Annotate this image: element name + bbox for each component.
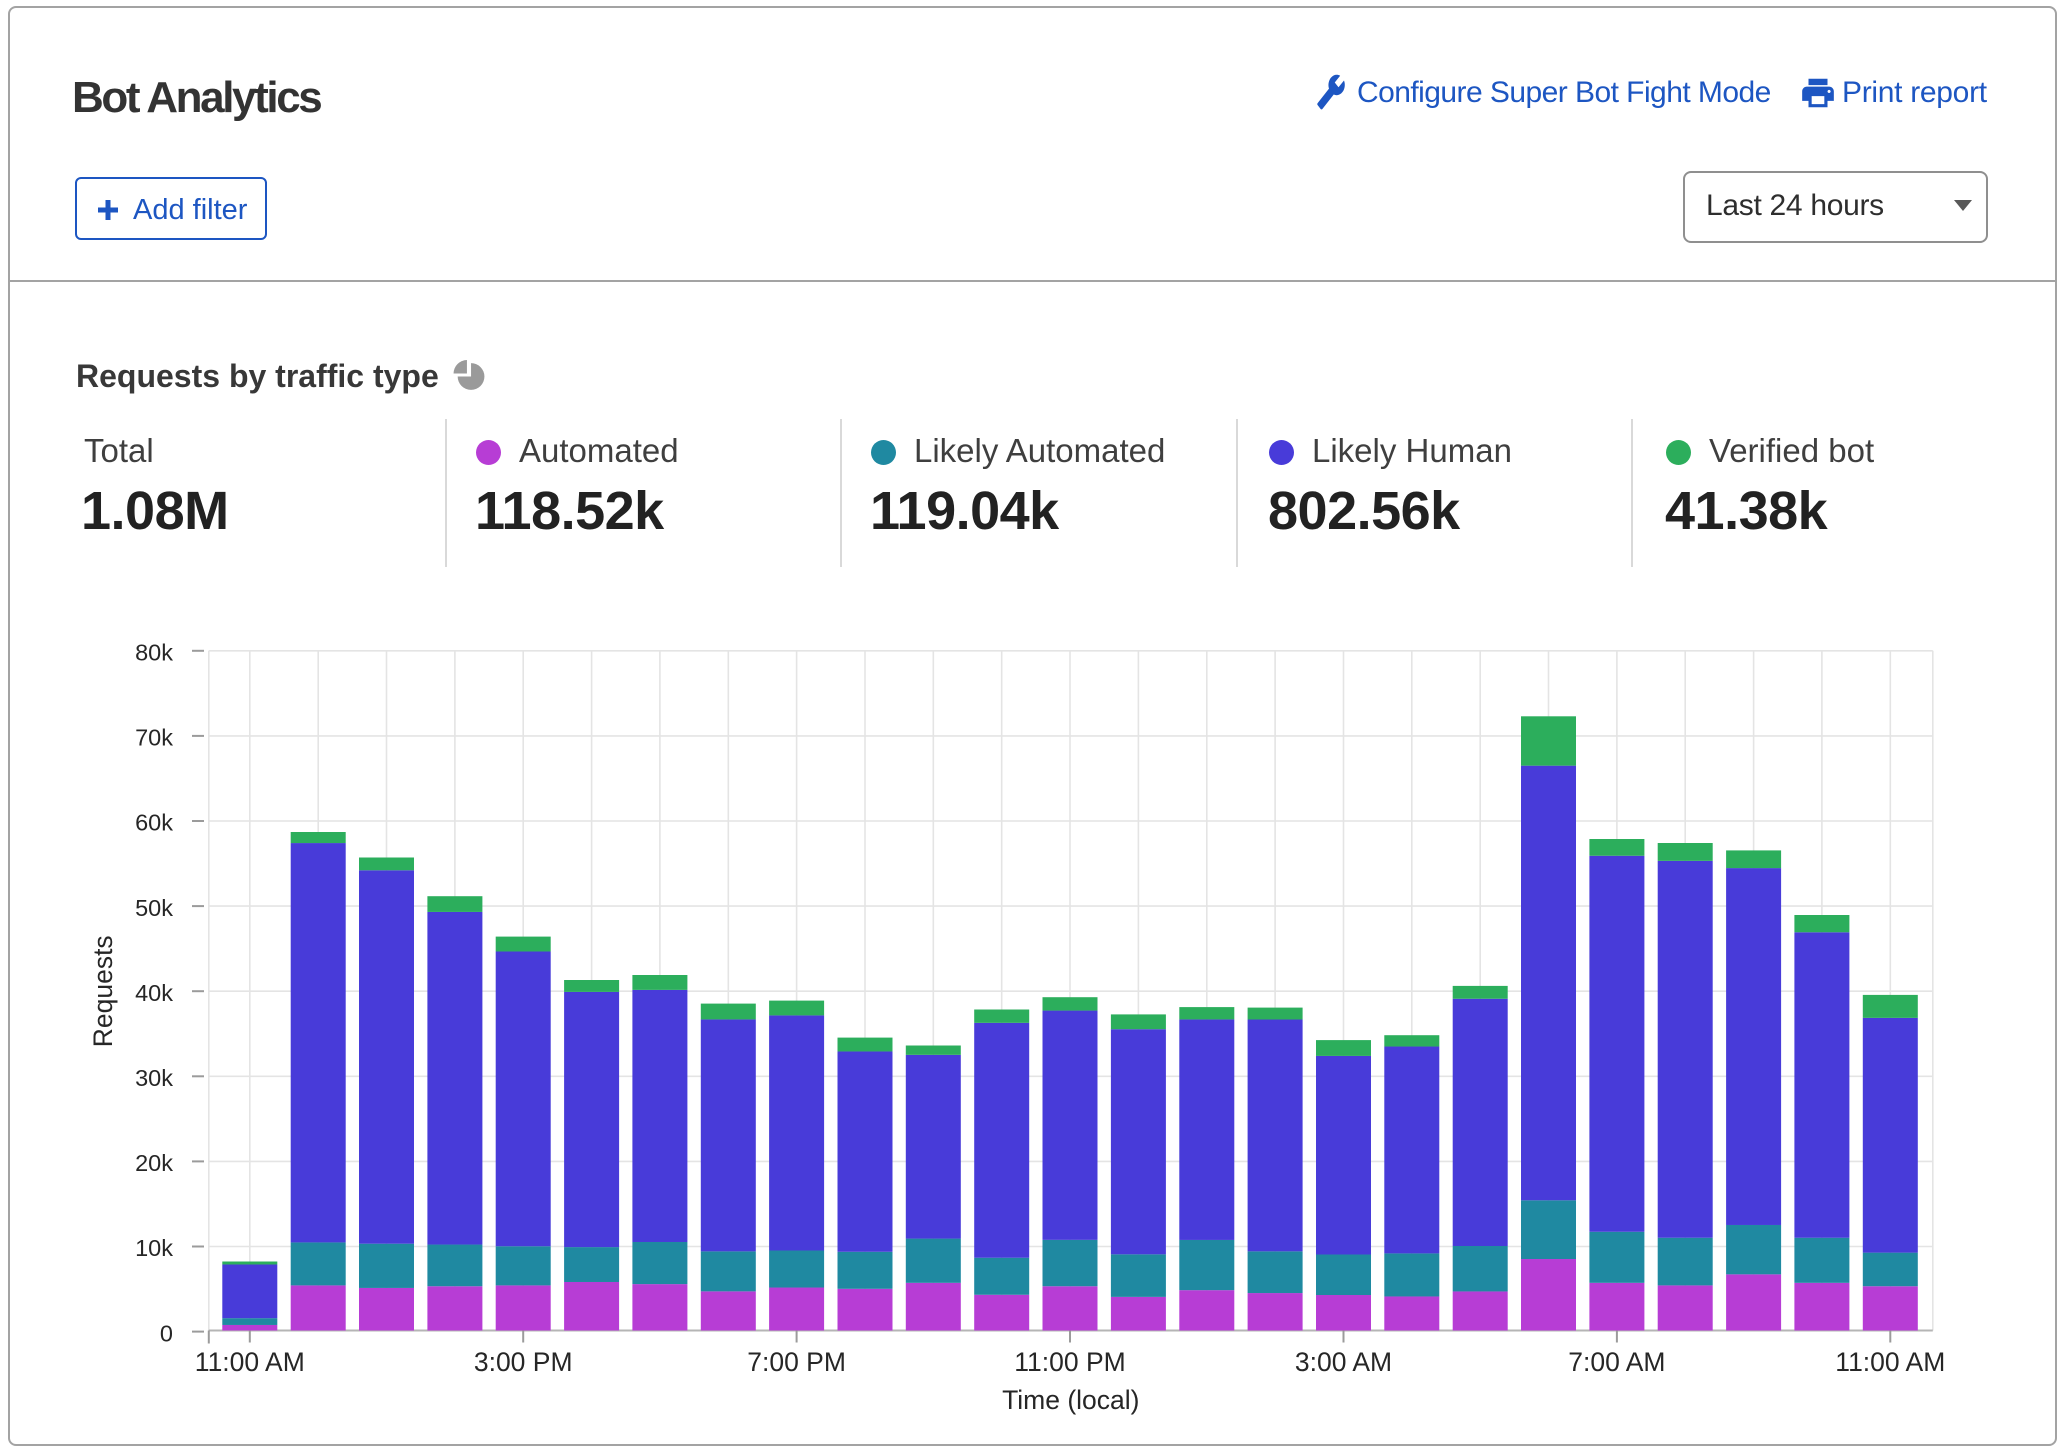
svg-text:20k: 20k — [135, 1150, 173, 1176]
svg-text:30k: 30k — [135, 1065, 173, 1091]
svg-text:3:00 PM: 3:00 PM — [474, 1347, 573, 1377]
svg-text:80k: 80k — [135, 640, 173, 666]
svg-text:11:00 AM: 11:00 AM — [1835, 1347, 1945, 1377]
svg-text:10k: 10k — [135, 1235, 173, 1261]
svg-text:50k: 50k — [135, 895, 173, 921]
svg-text:11:00 PM: 11:00 PM — [1014, 1347, 1125, 1377]
svg-text:7:00 PM: 7:00 PM — [747, 1347, 846, 1377]
svg-text:7:00 AM: 7:00 AM — [1568, 1347, 1665, 1377]
svg-text:70k: 70k — [135, 725, 173, 751]
svg-text:Requests: Requests — [88, 935, 118, 1047]
svg-text:60k: 60k — [135, 810, 173, 836]
svg-text:40k: 40k — [135, 980, 173, 1006]
svg-text:0: 0 — [160, 1320, 173, 1346]
svg-text:Time (local): Time (local) — [1002, 1385, 1139, 1415]
svg-text:11:00 AM: 11:00 AM — [195, 1347, 305, 1377]
svg-text:3:00 AM: 3:00 AM — [1295, 1347, 1392, 1377]
